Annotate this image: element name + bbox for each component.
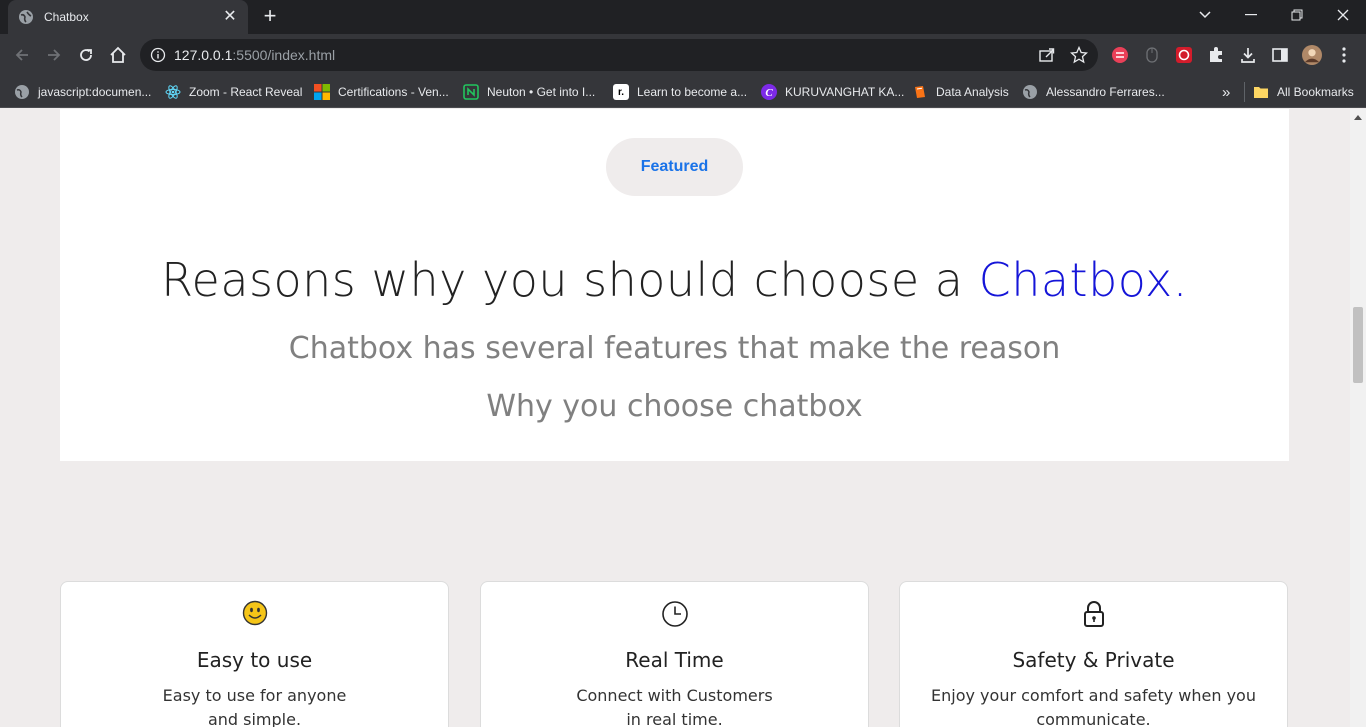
hero-subline-1: Chatbox has several features that make t…: [288, 331, 1061, 366]
hero-section: Featured Reasons why you should choose a…: [60, 109, 1289, 461]
globe-icon: [18, 9, 34, 25]
share-icon[interactable]: [1038, 46, 1056, 64]
globe-icon: [1022, 84, 1038, 100]
feature-card-easy: Easy to use Easy to use for anyone and si…: [60, 581, 449, 727]
address-bar[interactable]: 127.0.0.1:5500/index.html: [140, 39, 1098, 71]
reload-button[interactable]: [74, 43, 98, 67]
bookmark-item[interactable]: Certifications - Ven...: [314, 82, 449, 102]
browser-toolbar: 127.0.0.1:5500/index.html: [0, 34, 1366, 76]
minimize-button[interactable]: [1228, 0, 1274, 30]
bookmark-item[interactable]: Data Analysis: [912, 82, 1009, 102]
site-info-icon[interactable]: [150, 47, 166, 63]
bookmark-item[interactable]: Alessandro Ferrares...: [1022, 82, 1165, 102]
lock-icon: [900, 600, 1287, 630]
bookmark-item[interactable]: r. Learn to become a...: [613, 82, 747, 102]
extensions-puzzle-icon[interactable]: [1206, 45, 1226, 65]
tab-search-button[interactable]: [1182, 0, 1228, 30]
bookmark-star-icon[interactable]: [1069, 45, 1089, 64]
bookmark-item[interactable]: Zoom - React Reveal: [165, 82, 302, 102]
extension-shield-icon[interactable]: [1174, 45, 1194, 65]
globe-icon: [14, 84, 30, 100]
side-panel-icon[interactable]: [1270, 45, 1290, 65]
page-scrollbar[interactable]: [1350, 109, 1366, 727]
page-content: Featured Reasons why you should choose a…: [0, 109, 1350, 727]
forward-button[interactable]: [42, 43, 66, 67]
headline-accent: Chatbox.: [978, 253, 1188, 307]
book-icon: [912, 84, 928, 100]
clock-icon: [481, 600, 868, 630]
hero-subline-2: Why you choose chatbox: [486, 389, 863, 424]
scrollbar-thumb[interactable]: [1353, 307, 1363, 383]
smiley-icon: [61, 600, 448, 630]
svg-text:C: C: [765, 87, 773, 99]
tab-title: Chatbox: [44, 10, 89, 24]
extension-mouse-icon[interactable]: [1142, 45, 1162, 65]
page-headline: Reasons why you should choose a Chatbox.: [161, 253, 1188, 307]
close-tab-icon[interactable]: ✕: [222, 9, 238, 25]
folder-icon: [1253, 84, 1269, 100]
feature-title: Safety & Private: [1012, 648, 1175, 672]
menu-kebab-icon[interactable]: [1334, 45, 1354, 65]
feature-card-realtime: Real Time Connect with Customers in real …: [480, 581, 869, 727]
feature-description: Easy to use for anyone and simple.: [162, 686, 347, 727]
bookmark-item[interactable]: Neuton • Get into I...: [463, 82, 595, 102]
bookmark-item[interactable]: C KURUVANGHAT KA...: [761, 82, 904, 102]
neuton-icon: [463, 84, 479, 100]
microsoft-icon: [314, 84, 330, 100]
feature-title: Real Time: [625, 648, 724, 672]
close-window-button[interactable]: [1320, 0, 1366, 30]
canva-icon: C: [761, 84, 777, 100]
new-tab-button[interactable]: +: [258, 5, 282, 29]
bookmarks-bar: javascript:documen... Zoom - React Revea…: [0, 76, 1366, 108]
bookmark-item[interactable]: javascript:documen...: [14, 82, 151, 102]
download-icon[interactable]: [1238, 45, 1258, 65]
feature-card-safety: Safety & Private Enjoy your comfort and …: [899, 581, 1288, 727]
profile-avatar[interactable]: [1302, 45, 1322, 65]
url-text: 127.0.0.1:5500/index.html: [174, 47, 336, 63]
r-icon: r.: [613, 84, 629, 100]
all-bookmarks-button[interactable]: All Bookmarks: [1253, 82, 1354, 102]
bookmarks-overflow-button[interactable]: »: [1222, 82, 1230, 102]
scroll-up-arrow-icon[interactable]: [1354, 115, 1362, 120]
react-icon: [165, 84, 181, 100]
feature-description: Connect with Customers in real time.: [576, 686, 773, 727]
feature-title: Easy to use: [196, 648, 313, 672]
tab-chatbox[interactable]: Chatbox ✕: [8, 0, 248, 34]
bookmarks-divider: [1244, 82, 1245, 102]
home-button[interactable]: [106, 43, 130, 67]
featured-badge[interactable]: Featured: [606, 138, 743, 196]
title-bar: Chatbox ✕ +: [0, 0, 1366, 34]
restore-button[interactable]: [1274, 0, 1320, 30]
back-button[interactable]: [10, 43, 34, 67]
feature-description: Enjoy your comfort and safety when you co…: [931, 686, 1256, 727]
extension-red-icon[interactable]: [1110, 45, 1130, 65]
